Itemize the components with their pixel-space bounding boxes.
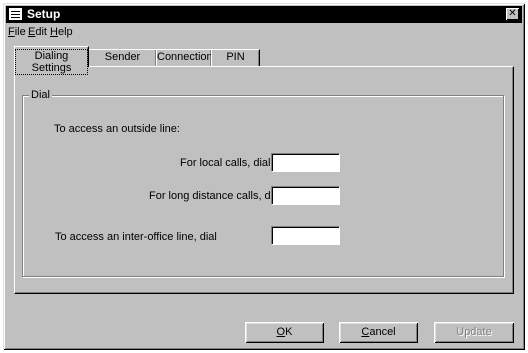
app-icon xyxy=(9,8,22,20)
menu-help[interactable]: Help xyxy=(50,26,73,38)
menu-edit[interactable]: Edit xyxy=(28,26,47,38)
tab-pin-code[interactable]: PIN Code xyxy=(211,49,260,78)
window-title: Setup xyxy=(27,7,61,21)
update-button[interactable]: Update xyxy=(434,322,514,343)
tab-dialing-settings[interactable]: Dialing Settings xyxy=(14,46,89,75)
long-distance-field[interactable] xyxy=(271,186,340,205)
tab-sender-details[interactable]: Sender Details xyxy=(88,49,157,78)
menu-file[interactable]: File xyxy=(8,26,26,38)
menu-bar: File Edit Help xyxy=(6,24,522,41)
title-bar: Setup ✕ xyxy=(6,6,522,23)
inter-office-field[interactable] xyxy=(271,226,340,245)
local-calls-field[interactable] xyxy=(271,153,340,172)
tab-panel: Dial To access an outside line: For loca… xyxy=(14,66,514,294)
dial-group-title: Dial xyxy=(29,89,52,101)
close-button[interactable]: ✕ xyxy=(506,8,519,20)
cancel-button[interactable]: Cancel xyxy=(339,322,418,343)
tab-connection[interactable]: Connection xyxy=(156,49,213,66)
dial-group: Dial To access an outside line: For loca… xyxy=(22,89,504,277)
local-calls-label: For local calls, dial xyxy=(180,157,271,169)
outside-line-label: To access an outside line: xyxy=(54,123,180,135)
inter-office-label: To access an inter-office line, dial xyxy=(55,231,217,243)
ok-button[interactable]: OK xyxy=(245,322,324,343)
long-distance-label: For long distance calls, dial xyxy=(149,190,282,202)
